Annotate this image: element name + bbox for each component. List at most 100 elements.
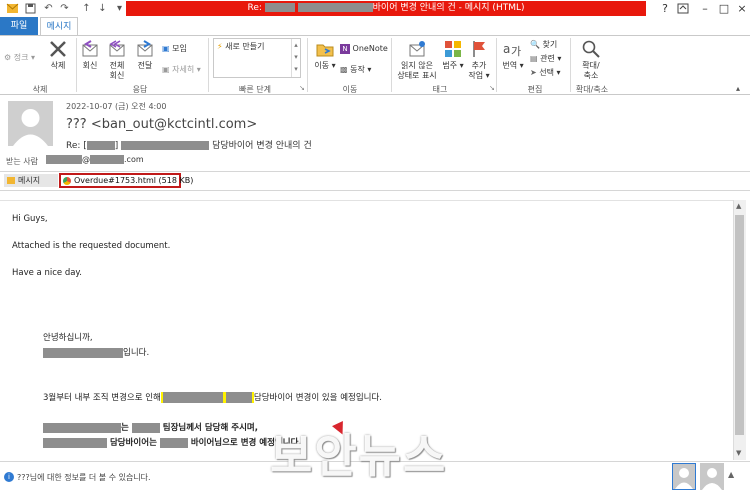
onenote-button[interactable]: N OneNote <box>340 43 388 54</box>
junk-icon: ⚙ <box>4 53 12 62</box>
actions-button[interactable]: ▩ 동작 ▾ <box>340 64 371 75</box>
redo-icon[interactable]: ↷ <box>58 2 71 15</box>
group-label-zoom: 확대/축소 <box>575 85 609 94</box>
people-info-text[interactable]: ???님에 대한 정보를 더 볼 수 있습니다. <box>17 472 151 483</box>
select-cursor-icon: ➤ <box>530 68 537 77</box>
intro-suffix: 입니다. <box>123 348 150 358</box>
categorize-icon <box>445 41 461 57</box>
person-thumbnail[interactable] <box>700 463 724 490</box>
tab-file[interactable]: 파일 <box>0 17 38 35</box>
select-button[interactable]: ➤ 선택 ▾ <box>530 67 561 78</box>
up-arrow-icon[interactable]: ↑ <box>80 2 93 15</box>
lightning-icon: ⚡ <box>217 42 223 51</box>
related-label: 관련 <box>540 54 555 63</box>
close-button[interactable]: × <box>731 0 750 17</box>
forward-button[interactable]: 전달 <box>133 39 157 71</box>
more-respond-button[interactable]: ▣ 자세히 ▾ <box>162 64 201 75</box>
down-arrow-icon[interactable]: ↓ <box>96 2 109 15</box>
title-suffix: 바이어 변경 안내의 건 - 메시지 (HTML) <box>372 3 525 13</box>
redacted-block <box>225 392 252 403</box>
attachment-file[interactable]: Overdue#1753.html (518 KB) <box>59 173 193 188</box>
collapse-ribbon-icon[interactable]: ▴ <box>736 84 740 93</box>
reply-all-button[interactable]: 전체 회신 <box>105 39 129 81</box>
dialog-launcher-icon[interactable]: ↘ <box>489 84 495 92</box>
redacted-block <box>46 155 82 164</box>
scroll-thumb[interactable] <box>735 215 744 435</box>
categorize-button[interactable]: 범주 ▾ <box>442 39 464 71</box>
assign-mid: 는 <box>121 423 129 433</box>
group-separator <box>307 38 308 92</box>
reply-button[interactable]: 회신 <box>79 39 101 71</box>
customize-toolbar-icon[interactable]: ▾ <box>113 2 126 15</box>
group-label-tags: 태그 <box>432 85 448 94</box>
quick-step-new[interactable]: ⚡ 새로 만들기 <box>217 41 265 52</box>
tab-message[interactable]: 메시지 <box>40 17 78 35</box>
group-separator <box>496 38 497 92</box>
svg-text:a: a <box>503 42 510 56</box>
group-label-editing: 편집 <box>527 85 543 94</box>
delete-button[interactable]: 삭제 <box>44 39 72 71</box>
recipient-address[interactable]: @ .com <box>46 155 144 164</box>
attachment-filename: Overdue#1753.html (518 KB) <box>74 176 194 185</box>
gallery-scroll[interactable]: ▴ ▾ ▾ <box>291 39 300 77</box>
undo-icon[interactable]: ↶ <box>42 2 55 15</box>
unread-label-2: 상태로 표시 <box>397 71 437 80</box>
more-icon: ▣ <box>162 65 170 74</box>
find-button[interactable]: 🔍 찾기 <box>530 39 557 50</box>
mark-unread-button[interactable]: 읽지 않은 상태로 표시 <box>394 39 440 81</box>
group-separator <box>208 38 209 92</box>
ribbon-tabs <box>0 17 750 35</box>
meeting-icon: ▣ <box>162 44 170 53</box>
reply-icon <box>82 40 98 57</box>
redacted-block <box>159 437 188 448</box>
followup-button[interactable]: 추가 작업 ▾ <box>467 39 491 81</box>
related-icon: ▤ <box>530 54 538 63</box>
person-thumbnail[interactable] <box>672 463 696 490</box>
related-button[interactable]: ▤ 관련 ▾ <box>530 53 561 64</box>
assign-suffix: 팀장님께서 담당해 주시며, <box>162 423 258 433</box>
followup-label-1: 추가 <box>471 61 487 70</box>
divider <box>0 171 750 172</box>
dialog-launcher-icon[interactable]: ↘ <box>299 84 305 92</box>
redacted-block <box>90 155 124 164</box>
move-button[interactable]: 이동 ▾ <box>312 39 338 71</box>
junk-button[interactable]: ⚙ 정크 ▾ <box>4 52 35 63</box>
message-tab-label: 메시지 <box>18 176 41 185</box>
meeting-label: 모임 <box>172 44 187 53</box>
scroll-down-icon[interactable]: ▼ <box>736 449 741 457</box>
quick-steps-gallery[interactable]: ⚡ 새로 만들기 ▴ ▾ ▾ <box>213 38 301 78</box>
onenote-icon: N <box>340 44 350 54</box>
to-label: 받는 사람 <box>6 157 38 166</box>
reply-all-icon <box>109 40 125 57</box>
meeting-button[interactable]: ▣ 모임 <box>162 43 187 54</box>
redacted-block <box>131 422 160 433</box>
body-line-greeting: Hi Guys, <box>12 214 48 224</box>
save-icon[interactable] <box>24 2 37 15</box>
expand-people-pane-icon[interactable]: ▲ <box>728 470 734 479</box>
zoom-button[interactable]: 확대/축소 <box>576 39 606 81</box>
subject-bracket: ] <box>114 141 119 151</box>
reply-all-label-1: 전체 <box>109 61 125 70</box>
buyer-prefix: 담당바이어는 <box>109 438 157 448</box>
ribbon-options-icon[interactable] <box>672 0 694 17</box>
group-label-delete: 삭제 <box>32 85 48 94</box>
watermark-logo: 보안뉴스 <box>270 429 448 483</box>
translate-button[interactable]: a가 번역 ▾ <box>500 39 526 71</box>
window-title: Re: 바이어 변경 안내의 건 - 메시지 (HTML) <box>126 1 646 16</box>
forward-icon <box>137 40 153 57</box>
body-korean-change: 3월부터 내부 조직 변경으로 인해 담당바이어 변경이 있을 예정입니다. <box>43 391 382 403</box>
scroll-up-icon[interactable]: ▲ <box>736 202 741 210</box>
group-separator <box>76 38 77 92</box>
folder-move-icon <box>316 44 334 57</box>
change-suffix: 담당바이어 변경이 있을 예정입니다. <box>253 393 382 403</box>
sender-avatar <box>8 101 53 146</box>
redacted-block <box>43 347 123 358</box>
delete-label: 삭제 <box>50 61 66 70</box>
onenote-label: OneNote <box>352 44 388 53</box>
sender-address[interactable]: ??? <ban_out@kctcintl.com> <box>66 117 257 132</box>
delete-x-icon <box>50 41 66 57</box>
more-label: 자세히 <box>172 65 195 74</box>
translate-icon: a가 <box>503 42 521 58</box>
redacted-block <box>264 3 295 12</box>
junk-label: 정크 <box>13 53 29 62</box>
